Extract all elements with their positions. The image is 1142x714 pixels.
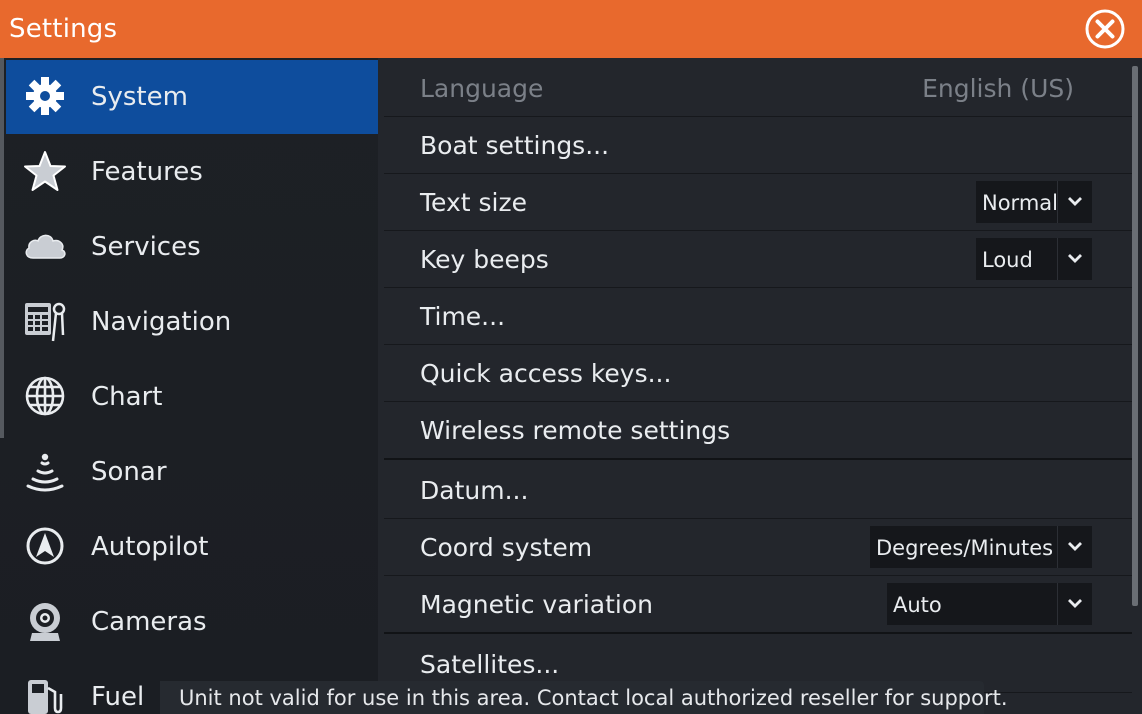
setting-key-beeps: Key beeps Loud [384, 231, 1132, 288]
autopilot-icon [26, 527, 64, 565]
setting-label: Coord system [420, 533, 593, 562]
setting-label: Boat settings... [420, 131, 610, 160]
setting-datum[interactable]: Datum... [384, 462, 1132, 519]
gear-icon [26, 77, 64, 115]
sidebar-item-services[interactable]: Services [6, 210, 378, 284]
close-button[interactable] [1084, 8, 1126, 50]
dropdown-button[interactable] [1057, 526, 1092, 568]
setting-label: Quick access keys... [420, 359, 672, 388]
sidebar-item-sonar[interactable]: Sonar [6, 435, 378, 509]
window-title: Settings [9, 14, 118, 44]
sonar-icon [26, 453, 64, 492]
globe-icon [25, 376, 65, 416]
setting-value: English (US) [922, 74, 1074, 103]
content-scrollbar[interactable] [1132, 66, 1138, 606]
dropdown-button[interactable] [1057, 238, 1092, 280]
sidebar-item-label: Sonar [91, 457, 167, 487]
setting-magnetic-variation: Magnetic variation Auto [384, 576, 1132, 634]
sidebar-item-label: Autopilot [91, 532, 209, 562]
setting-label: Datum... [420, 476, 529, 505]
dropdown-button[interactable] [1057, 181, 1092, 223]
setting-coord-system: Coord system Degrees/Minutes [384, 519, 1132, 576]
setting-label: Wireless remote settings [420, 416, 731, 445]
navigation-icon [25, 302, 66, 342]
chevron-down-icon [1068, 542, 1082, 551]
setting-wireless-remote[interactable]: Wireless remote settings [384, 402, 1132, 460]
setting-label: Time... [420, 302, 506, 331]
sidebar-item-label: System [91, 82, 188, 112]
setting-language[interactable]: Language English (US) [384, 60, 1132, 117]
sidebar-item-label: Services [91, 232, 201, 262]
setting-boat-settings[interactable]: Boat settings... [384, 117, 1132, 174]
sidebar-item-label: Chart [91, 382, 163, 412]
dropdown-value: Auto [893, 593, 942, 617]
dropdown-value: Degrees/Minutes [876, 536, 1054, 560]
status-text: Unit not valid for use in this area. Con… [179, 686, 1008, 710]
sidebar-scrollbar[interactable] [0, 58, 4, 438]
setting-label: Satellites... [420, 650, 560, 679]
key-beeps-dropdown[interactable]: Loud [976, 238, 1092, 280]
setting-label: Text size [420, 188, 527, 217]
setting-text-size: Text size Normal [384, 174, 1132, 231]
chevron-down-icon [1068, 254, 1082, 263]
star-icon [24, 151, 66, 191]
setting-label: Key beeps [420, 245, 549, 274]
sidebar-item-autopilot[interactable]: Autopilot [6, 510, 378, 584]
sidebar-item-label: Cameras [91, 607, 207, 637]
settings-sidebar: System Features Services Navigation Char… [0, 58, 378, 714]
dropdown-button[interactable] [1057, 583, 1092, 625]
setting-quick-access-keys[interactable]: Quick access keys... [384, 345, 1132, 402]
sidebar-item-label: Features [91, 157, 203, 187]
sidebar-item-features[interactable]: Features [6, 135, 378, 209]
status-message: Unit not valid for use in this area. Con… [160, 681, 1008, 714]
settings-content: Language English (US) Boat settings... T… [378, 58, 1142, 714]
setting-time[interactable]: Time... [384, 288, 1132, 345]
dropdown-value: Loud [982, 248, 1033, 272]
cloud-icon [25, 234, 66, 259]
sidebar-item-navigation[interactable]: Navigation [6, 285, 378, 359]
setting-label: Language [420, 74, 544, 103]
setting-label: Magnetic variation [420, 590, 653, 619]
sidebar-item-label: Navigation [91, 307, 232, 337]
chevron-down-icon [1068, 197, 1082, 206]
dropdown-value: Normal [982, 191, 1058, 215]
text-size-dropdown[interactable]: Normal [976, 181, 1092, 223]
sidebar-item-chart[interactable]: Chart [6, 360, 378, 434]
sidebar-item-label: Fuel [91, 682, 145, 712]
magnetic-variation-dropdown[interactable]: Auto [887, 583, 1092, 625]
close-icon [1085, 9, 1125, 49]
sidebar-item-system[interactable]: System [6, 60, 378, 134]
title-bar: Settings [0, 0, 1142, 58]
sidebar-item-cameras[interactable]: Cameras [6, 585, 378, 659]
camera-icon [30, 603, 60, 641]
fuel-icon [28, 680, 63, 714]
coord-system-dropdown[interactable]: Degrees/Minutes [870, 526, 1092, 568]
chevron-down-icon [1068, 599, 1082, 608]
